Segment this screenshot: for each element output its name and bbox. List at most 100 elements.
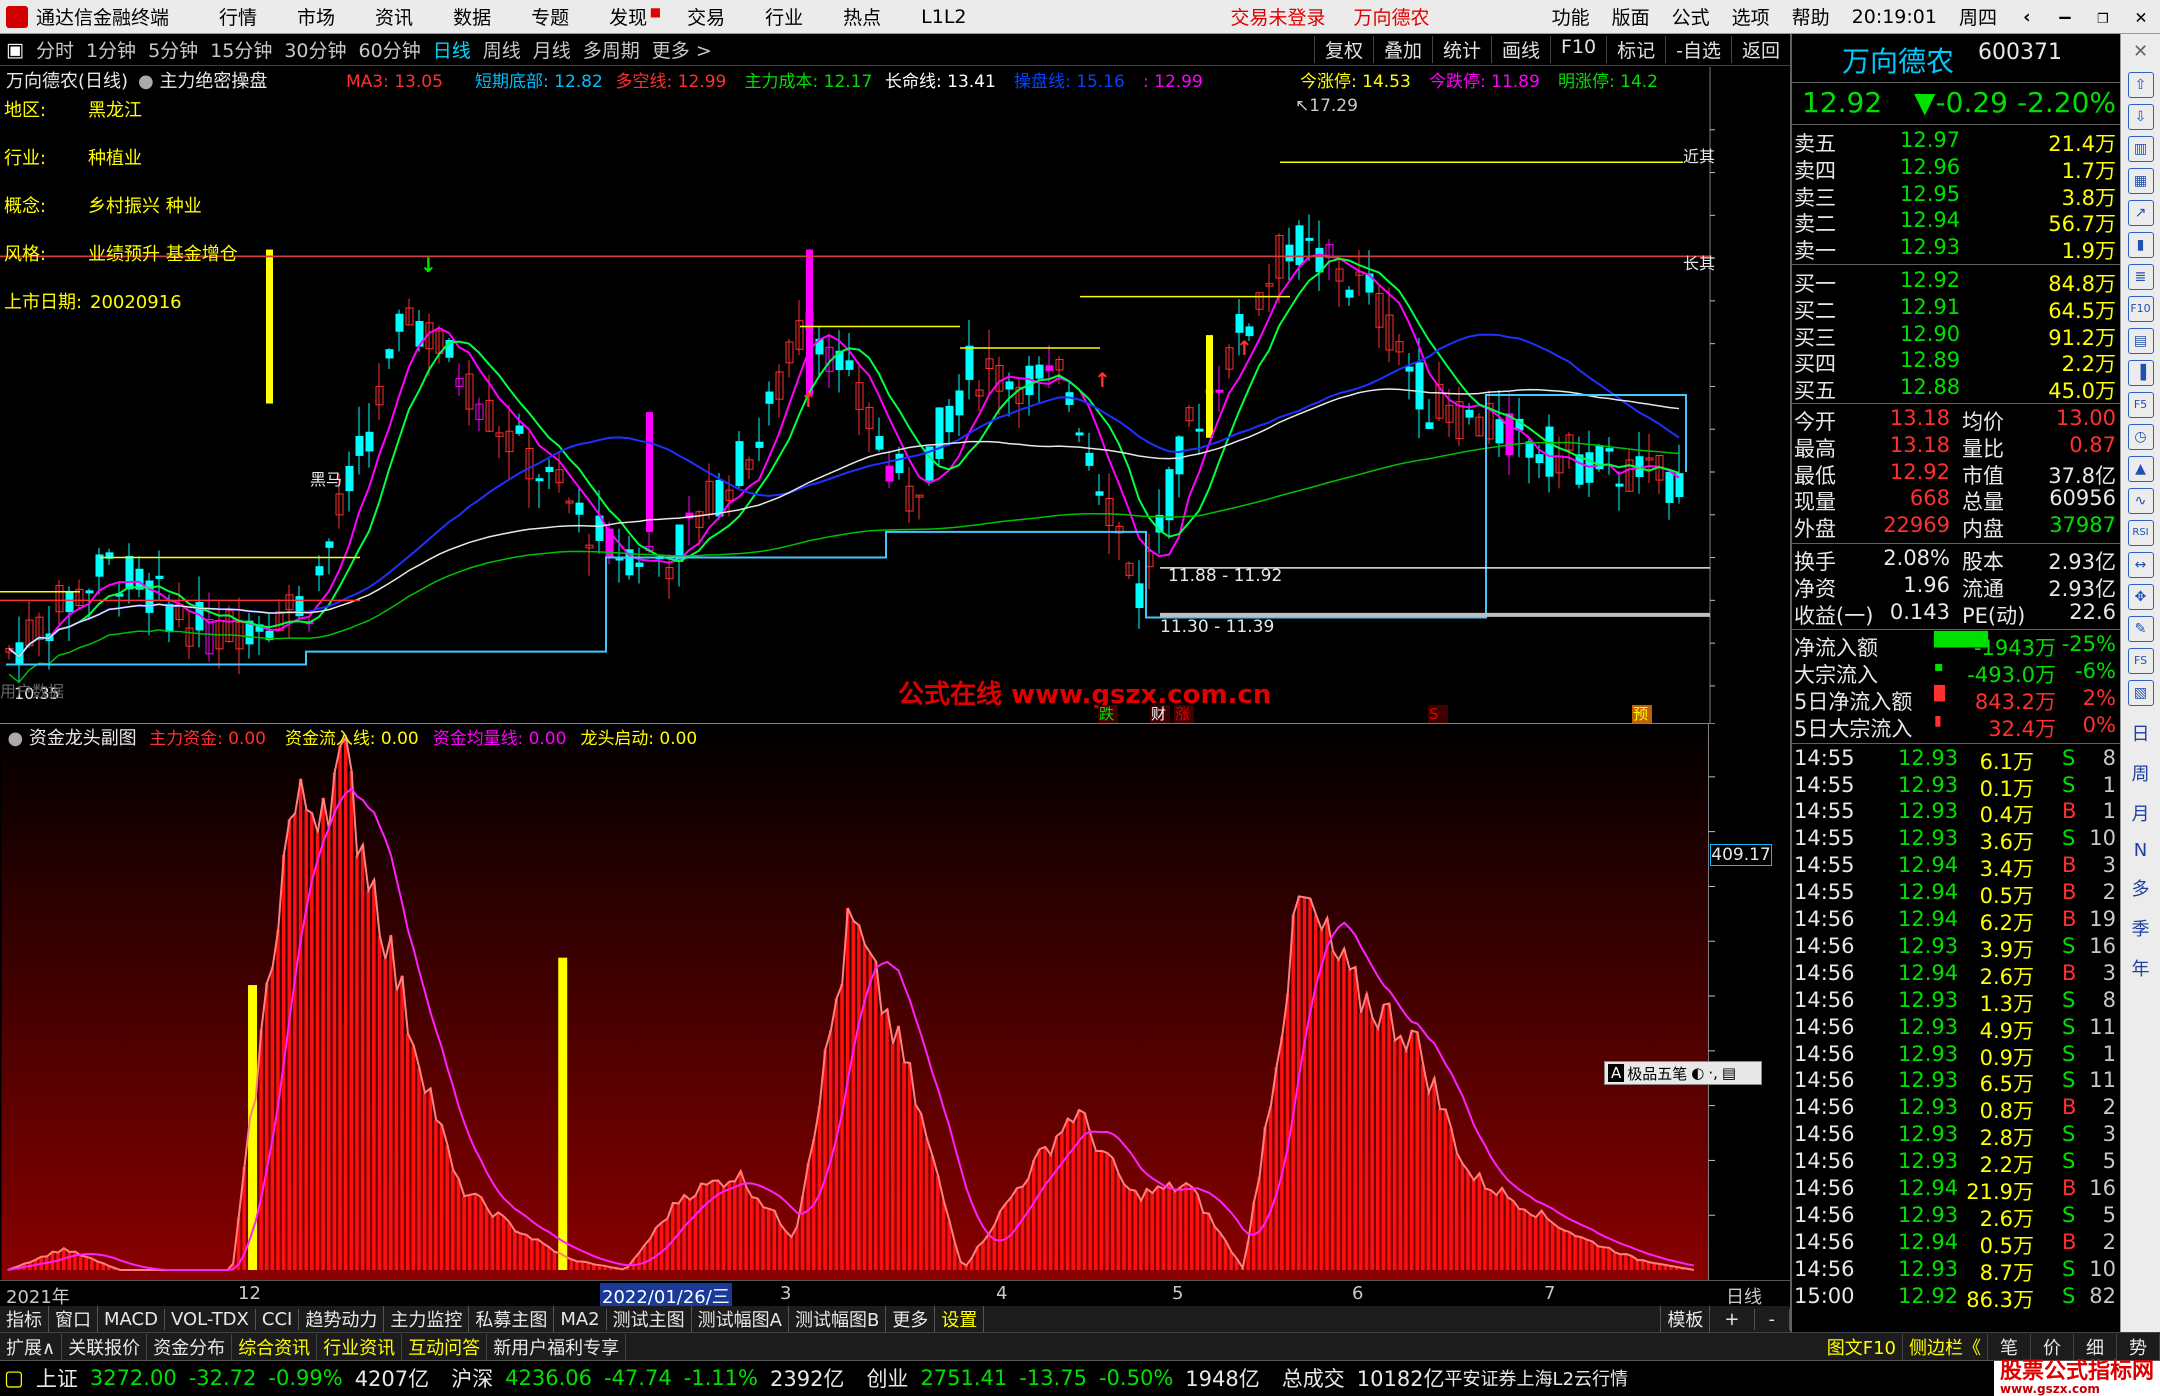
ask-row[interactable]: 卖五 12.97 21.4万 [1792,128,2122,156]
side-year[interactable]: 年 [2121,955,2160,981]
tool-fuquan[interactable]: 复权 [1313,36,1373,63]
tick-row[interactable]: 14:55 12.93 0.1万 S 1 [1792,773,2122,801]
bid-row[interactable]: 买三 12.90 91.2万 [1792,322,2122,350]
tool-f10[interactable]: F10 [1550,36,1606,63]
tick-row[interactable]: 14:56 12.93 2.8万 S 3 [1792,1122,2122,1150]
menu-shichang[interactable]: 市场 [277,3,355,30]
close-icon[interactable]: ✕ [2122,6,2160,28]
f10-icon[interactable]: F10 [2127,296,2154,322]
ask-row[interactable]: 卖二 12.94 56.7万 [1792,208,2122,236]
side-multi[interactable]: 多 [2121,875,2160,901]
tab-ma2[interactable]: MA2 [554,1308,607,1330]
arrow-icon[interactable]: ↔ [2127,552,2154,578]
sub-fund-chart[interactable]: 450.00400.00350.00300.00250.00200.00150.… [0,723,1715,1280]
formula-name[interactable]: ● 主力绝密操盘 [138,71,267,92]
calc-icon[interactable]: ▧ [2127,680,2154,706]
side-monthly[interactable]: 月 [2121,800,2160,826]
tab-simuzhutu[interactable]: 私募主图 [469,1306,555,1332]
tab-gengduo[interactable]: 更多 [886,1306,936,1332]
period-more[interactable]: 更多 > [646,36,718,63]
tab-hudongwenda[interactable]: 互动问答 [402,1333,488,1360]
tab-add-button[interactable]: + [1710,1308,1755,1330]
ask-row[interactable]: 卖一 12.93 1.9万 [1792,235,2122,263]
period-1min[interactable]: 1分钟 [80,36,142,63]
tab-shezhi[interactable]: 设置 [935,1306,985,1332]
menu-gongshi[interactable]: 公式 [1661,3,1721,30]
tick-row[interactable]: 14:56 12.93 0.9万 S 1 [1792,1042,2122,1070]
chart-up-icon[interactable]: ▲ [2127,456,2154,482]
list-icon[interactable]: ≣ [2127,264,2154,290]
side-weekly[interactable]: 周 [2121,760,2160,786]
tab-ceshifutu-b[interactable]: 测试幅图B [789,1306,887,1332]
f5-icon[interactable]: F5 [2127,392,2154,418]
tool-biaoji[interactable]: 标记 [1606,36,1665,63]
tab-qushidongli[interactable]: 趋势动力 [299,1306,385,1332]
tick-row[interactable]: 14:56 12.93 0.8万 B 2 [1792,1095,2122,1123]
menu-toggle-icon[interactable]: ▣ [0,39,30,61]
tick-row[interactable]: 14:56 12.93 2.6万 S 5 [1792,1203,2122,1231]
tool-huaxian[interactable]: 画线 [1490,36,1550,63]
tick-row[interactable]: 14:56 12.94 2.6万 B 3 [1792,961,2122,989]
fin-row[interactable]: 净资 1.96 流通 2.93亿 [1792,573,2122,601]
tick-row[interactable]: 14:56 12.94 0.5万 B 2 [1792,1230,2122,1258]
flow-row[interactable]: 大宗流入 ▪ -493.0万 -6% [1792,659,2122,687]
trend-icon[interactable]: ↗ [2127,200,2154,226]
period-daily[interactable]: 日线 [427,36,477,63]
menu-hangye[interactable]: 行业 [745,3,823,30]
bid-row[interactable]: 买二 12.91 64.5万 [1792,295,2122,323]
menu-gongneng[interactable]: 功能 [1541,3,1601,30]
tab-ceshizhutu[interactable]: 测试主图 [607,1306,692,1332]
menu-zixun[interactable]: 资讯 [355,3,433,30]
ime-dot-icon[interactable]: ·, [1708,1064,1718,1082]
bid-row[interactable]: 买四 12.89 2.2万 [1792,348,2122,376]
tick-row[interactable]: 15:00 12.92 86.3万 S 82 [1792,1284,2122,1312]
idx-sh-name[interactable]: 上证 [36,1363,78,1393]
period-fenshi[interactable]: 分时 [30,36,80,63]
tab-jia[interactable]: 价 [2031,1333,2074,1360]
down-arrow-icon[interactable]: ⇩ [2127,104,2154,130]
bid-row[interactable]: 买五 12.88 45.0万 [1792,375,2122,403]
tick-row[interactable]: 14:56 12.93 3.9万 S 16 [1792,934,2122,962]
tab-cci[interactable]: CCI [256,1308,300,1330]
tab-muban[interactable]: 模板 [1660,1306,1711,1332]
status-icon[interactable]: ▢ [4,1366,24,1390]
tick-row[interactable]: 14:56 12.94 21.9万 B 16 [1792,1176,2122,1204]
tool-zixuan[interactable]: -自选 [1665,36,1731,63]
event-mark[interactable]: 涨 [1175,705,1190,723]
kline-icon[interactable]: ▮ [2127,232,2154,258]
tick-row[interactable]: 14:56 12.93 4.9万 S 11 [1792,1015,2122,1043]
tick-row[interactable]: 14:56 12.93 6.5万 S 11 [1792,1068,2122,1096]
event-mark[interactable]: 跌 [1099,705,1114,723]
pen-icon[interactable]: ✎ [2127,616,2154,642]
back-icon[interactable]: ‹ [2008,6,2046,28]
tab-shi[interactable]: 势 [2117,1333,2160,1360]
tab-zijinfenbu[interactable]: 资金分布 [147,1333,233,1360]
ime-moon-icon[interactable]: ◐ [1691,1064,1704,1082]
side-close-icon[interactable]: ✕ [2128,40,2154,66]
menu-xuanxiang[interactable]: 选项 [1721,3,1781,30]
sub-title[interactable]: ● 资金龙头副图 [8,728,137,749]
rsi-icon[interactable]: RSI [2127,520,2154,546]
bid-row[interactable]: 买一 12.92 84.8万 [1792,268,2122,296]
menu-shuju[interactable]: 数据 [433,3,511,30]
ask-row[interactable]: 卖四 12.96 1.7万 [1792,155,2122,183]
ime-keyboard-icon[interactable]: ▤ [1722,1064,1736,1082]
period-15min[interactable]: 15分钟 [204,36,278,63]
tab-zhibiao[interactable]: 指标 [0,1306,49,1332]
event-mark[interactable]: S [1429,705,1439,723]
tool-tongji[interactable]: 统计 [1431,36,1491,63]
tool-diejia[interactable]: 叠加 [1372,36,1432,63]
menu-faxian[interactable]: 发现 ■ [589,3,667,30]
fin-row[interactable]: 收益(一) 0.143 PE(动) 22.6 [1792,600,2122,628]
stat-row[interactable]: 今开 13.18 均价 13.00 [1792,406,2122,434]
minimize-icon[interactable]: — [2046,6,2084,28]
tab-ceshifutu-a[interactable]: 测试幅图A [692,1306,789,1332]
period-5min[interactable]: 5分钟 [142,36,204,63]
event-mark[interactable]: 财 [1151,705,1166,723]
side-daily[interactable]: 日 [2121,720,2160,746]
tick-row[interactable]: 14:55 12.94 3.4万 B 3 [1792,853,2122,881]
idx-cy-name[interactable]: 创业 [866,1363,908,1393]
menu-zhuanti[interactable]: 专题 [511,3,589,30]
clock-icon[interactable]: ◷ [2127,424,2154,450]
ime-a-icon[interactable]: A [1608,1064,1625,1082]
